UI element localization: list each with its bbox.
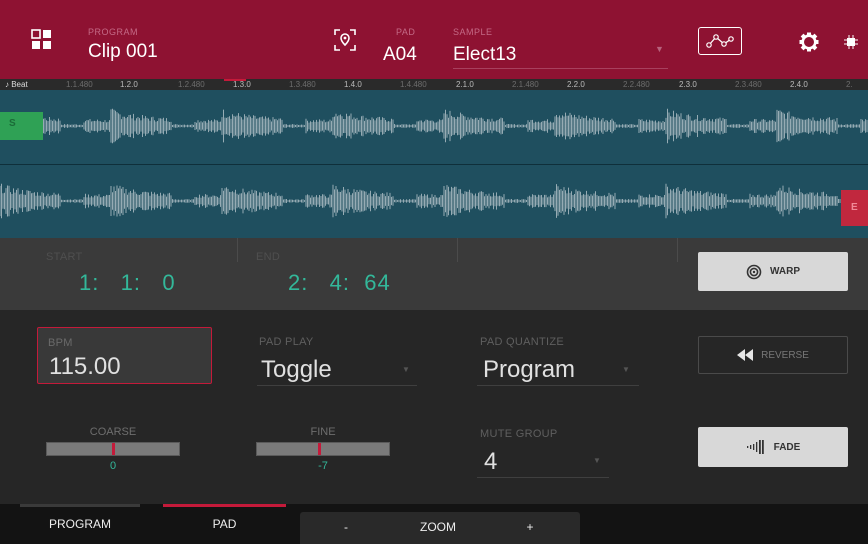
- fade-icon: [746, 440, 764, 454]
- envelope-button[interactable]: [698, 27, 742, 55]
- pad-quantize-caption: PAD QUANTIZE: [480, 336, 565, 348]
- chevron-down-icon: ▼: [622, 365, 630, 374]
- sample-value[interactable]: Elect13: [453, 44, 516, 66]
- envelope-icon: [706, 34, 734, 48]
- tab-pad[interactable]: PAD: [163, 504, 286, 544]
- pad-play-caption: PAD PLAY: [259, 336, 314, 348]
- reverse-label: REVERSE: [761, 349, 809, 361]
- start-caption: START: [46, 251, 83, 263]
- reverse-icon: [737, 349, 754, 361]
- end-value[interactable]: 2: 4: 64: [288, 270, 391, 296]
- ruler-tick: 2.2.480: [623, 80, 650, 89]
- pad-locate-icon[interactable]: [333, 28, 357, 52]
- pad-quantize-value[interactable]: Program: [483, 356, 575, 384]
- parameters-panel: BPM 115.00 PAD PLAY Toggle ▼ PAD QUANTIZ…: [0, 310, 868, 504]
- chevron-down-icon: ▼: [402, 365, 410, 374]
- pad-play-value[interactable]: Toggle: [261, 356, 332, 384]
- coarse-value: 0: [109, 460, 117, 472]
- ruler-tick: 1.2.0: [120, 80, 138, 89]
- zoom-in-button[interactable]: +: [484, 511, 576, 543]
- column-divider: [677, 238, 678, 262]
- ruler-tick: 2.1.480: [512, 80, 539, 89]
- mute-group-underline: [477, 477, 609, 478]
- ruler-tick: 1.2.480: [178, 80, 205, 89]
- mute-group-caption: MUTE GROUP: [480, 428, 558, 440]
- waveform-channel: [0, 108, 868, 144]
- fine-slider[interactable]: [256, 442, 390, 456]
- start-marker[interactable]: S: [0, 112, 43, 140]
- waveform-channel: [0, 183, 868, 219]
- coarse-slider[interactable]: [46, 442, 180, 456]
- column-divider: [457, 238, 458, 262]
- sample-dropdown-line: [453, 68, 668, 69]
- bpm-caption: BPM: [48, 337, 73, 349]
- warp-button[interactable]: WARP: [698, 252, 848, 291]
- warp-label: WARP: [770, 266, 800, 277]
- end-marker[interactable]: E: [841, 190, 868, 226]
- coarse-slider-handle[interactable]: [112, 443, 115, 455]
- ruler-tick: 2.3.0: [679, 80, 697, 89]
- pad-quantize-underline: [477, 385, 639, 386]
- reverse-button[interactable]: REVERSE: [698, 336, 848, 374]
- ruler-tick: 1.3.0: [233, 80, 251, 89]
- coarse-caption: COARSE: [89, 426, 137, 438]
- end-caption: END: [256, 251, 281, 263]
- pad-play-underline: [257, 385, 417, 386]
- pad-caption: PAD: [396, 27, 416, 37]
- program-caption: PROGRAM: [88, 27, 139, 37]
- channel-divider: [0, 164, 868, 165]
- ruler-tick: 1.3.480: [289, 80, 316, 89]
- header-bar: PROGRAM Clip 001 PAD A04 SAMPLE Elect13 …: [0, 0, 868, 79]
- ruler-tick: 2.4.0: [790, 80, 808, 89]
- column-divider: [237, 238, 238, 262]
- grid-icon[interactable]: [30, 28, 54, 52]
- ruler-tick: 2.3.480: [735, 80, 762, 89]
- zoom-out-button[interactable]: -: [300, 511, 392, 543]
- sample-caption: SAMPLE: [453, 27, 493, 37]
- fade-button[interactable]: FADE: [698, 427, 848, 467]
- ruler-tick: 2.1.0: [456, 80, 474, 89]
- fine-value: -7: [318, 460, 328, 472]
- zoom-label: ZOOM: [420, 520, 456, 534]
- fine-caption: FINE: [310, 426, 336, 438]
- start-value[interactable]: 1: 1: 0: [79, 270, 176, 296]
- chip-icon[interactable]: [844, 35, 858, 49]
- mute-group-value[interactable]: 4: [484, 448, 497, 476]
- ruler-tick: 2.: [846, 80, 853, 89]
- chevron-down-icon: ▼: [655, 44, 664, 54]
- bpm-field[interactable]: BPM 115.00: [37, 327, 212, 384]
- pad-value[interactable]: A04: [383, 44, 417, 66]
- start-end-panel: START 1: 1: 0 END 2: 4: 64 WARP: [0, 238, 868, 310]
- spiral-icon: [746, 264, 762, 279]
- fade-label: FADE: [773, 441, 801, 453]
- bottom-bar: PROGRAM PAD - ZOOM +: [0, 504, 868, 544]
- fine-slider-handle[interactable]: [318, 443, 321, 455]
- tab-program[interactable]: PROGRAM: [20, 504, 140, 544]
- ruler-beat-label: ♪ Beat: [5, 80, 28, 89]
- chevron-down-icon: ▼: [593, 456, 601, 465]
- timeline-ruler[interactable]: ♪ Beat 1.1.480 1.2.0 1.2.480 1.3.0 1.3.4…: [0, 79, 868, 90]
- waveform-view[interactable]: S E: [0, 90, 868, 238]
- ruler-tick: 1.4.480: [400, 80, 427, 89]
- program-value[interactable]: Clip 001: [88, 41, 158, 63]
- ruler-tick: 2.2.0: [567, 80, 585, 89]
- ruler-tick: 1.4.0: [344, 80, 362, 89]
- gear-icon[interactable]: [799, 32, 819, 52]
- ruler-tick: 1.1.480: [66, 80, 93, 89]
- bpm-value: 115.00: [49, 353, 121, 380]
